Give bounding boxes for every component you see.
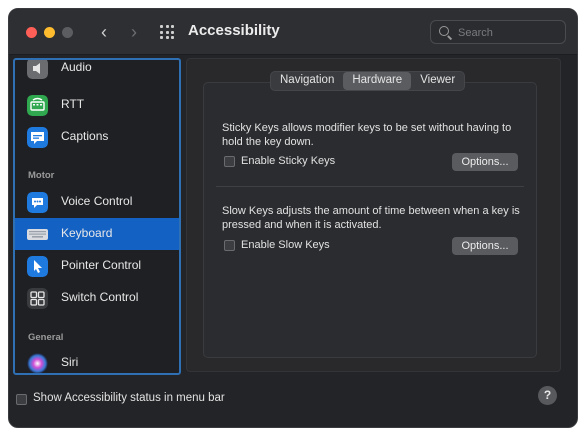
sidebar-item-switch-control[interactable]: Switch Control [15,282,179,314]
sidebar-item-label: Audio [61,60,92,74]
tab-bar: Navigation Hardware Viewer [270,71,466,91]
tab-navigation[interactable]: Navigation [271,72,343,90]
sidebar-item-siri[interactable]: Siri [15,347,179,373]
sidebar-item-label: Keyboard [61,226,113,240]
sidebar-item-label: Voice Control [61,194,133,208]
sidebar-section-general: General [28,332,64,343]
sidebar-section-motor: Motor [28,170,55,181]
sidebar-item-label: Switch Control [61,290,139,304]
sidebar-item-pointer-control[interactable]: Pointer Control [15,250,179,282]
siri-icon [27,353,48,373]
sticky-keys-label: Enable Sticky Keys [241,155,336,167]
switch-control-icon [27,288,48,309]
sidebar-item-voice-control[interactable]: Voice Control [15,186,179,218]
tab-hardware[interactable]: Hardware [343,72,412,90]
show-status-checkbox[interactable] [16,394,27,405]
sidebar-item-rtt[interactable]: RTT [15,89,179,121]
zoom-window-button[interactable] [62,27,73,38]
help-button[interactable]: ? [538,386,557,405]
sidebar-item-label: RTT [61,97,85,111]
sidebar: Audio RTT Captions Motor Voice Control K… [13,58,181,375]
back-button[interactable]: ‹ [95,21,113,43]
captions-icon [27,127,48,148]
keyboard-icon [27,229,48,240]
titlebar: ‹ › Accessibility [9,9,577,55]
minimize-window-button[interactable] [44,27,55,38]
audio-icon [27,60,48,79]
sidebar-item-label: Siri [61,355,79,369]
sidebar-item-label: Captions [61,129,109,143]
search-icon [439,26,449,36]
close-window-button[interactable] [26,27,37,38]
sticky-keys-description: Sticky Keys allows modifier keys to be s… [222,122,512,148]
sidebar-item-label: Pointer Control [61,258,142,272]
sidebar-item-keyboard[interactable]: Keyboard [15,218,179,250]
forward-button[interactable]: › [125,21,143,43]
voice-control-icon [27,192,48,213]
search-input[interactable] [456,24,561,42]
slow-keys-checkbox[interactable] [224,240,235,251]
sticky-keys-checkbox[interactable] [224,156,235,167]
slow-keys-label: Enable Slow Keys [241,239,330,251]
window-title: Accessibility [188,22,280,39]
slow-keys-options-button[interactable]: Options... [452,237,518,255]
sticky-keys-options-button[interactable]: Options... [452,153,518,171]
slow-keys-description: Slow Keys adjusts the amount of time bet… [222,205,520,231]
search-field[interactable] [430,20,566,44]
tab-viewer[interactable]: Viewer [411,72,464,90]
pointer-icon [27,256,48,277]
sidebar-item-captions[interactable]: Captions [15,121,179,153]
show-all-grid-icon[interactable] [160,25,174,39]
sidebar-item-audio[interactable]: Audio [15,60,179,84]
rtt-icon [27,95,48,116]
show-status-label: Show Accessibility status in menu bar [33,392,225,404]
section-divider [216,186,524,187]
